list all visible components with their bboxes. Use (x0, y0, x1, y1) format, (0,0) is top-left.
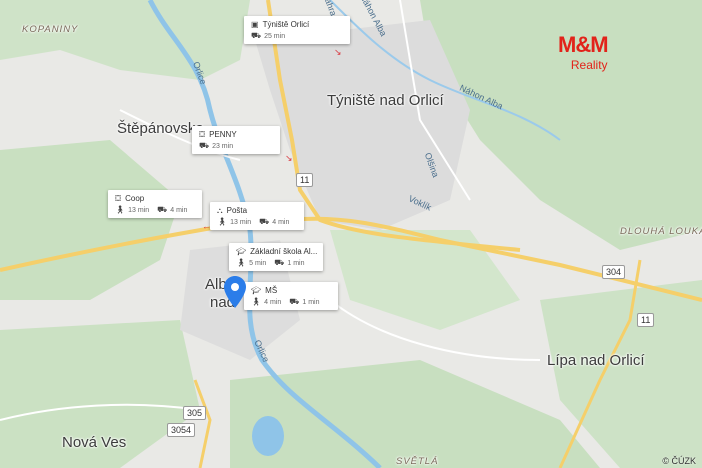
brand-logo: M&M Reality (558, 32, 609, 73)
poi-card-bus-stop[interactable]: ▣ Týniště Orlicí ⛟ 25 min (244, 16, 350, 44)
poi-walk-time: 5 min (249, 259, 267, 267)
place-dlouha-louka: DLOUHÁ LOUKA (620, 226, 702, 237)
place-kopaniny: KOPANINY (22, 24, 79, 35)
poi-card-ms[interactable]: 🎓︎ MŠ 🚶︎ 4 min ⛟ 1 min (244, 282, 338, 310)
place-nova-ves: Nová Ves (62, 434, 127, 451)
school-icon: 🎓︎ (251, 285, 262, 295)
poi-name: Týniště Orlicí (262, 20, 310, 29)
poi-drive-time: 1 min (287, 259, 305, 267)
car-icon: ⛟ (274, 258, 285, 267)
walk-icon: 🚶︎ (115, 205, 126, 214)
road-badge-3054: 3054 (167, 423, 196, 437)
poi-walk-time: 13 min (230, 218, 252, 226)
poi-card-coop[interactable]: ⛋ Coop 🚶︎ 13 min ⛟ 4 min (108, 190, 202, 218)
poi-card-zakladni-skola[interactable]: 🎓︎ Základní škola Al... 🚶︎ 5 min ⛟ 1 min (229, 243, 323, 271)
road-badge-304: 304 (602, 265, 626, 279)
road-badge-305: 305 (183, 406, 207, 420)
poi-drive-time: 25 min (264, 32, 286, 40)
cart-icon: ⛋ (199, 129, 206, 139)
poi-name: Základní škola Al... (250, 247, 318, 256)
car-icon: ⛟ (251, 31, 262, 40)
car-icon: ⛟ (289, 297, 300, 306)
brand-sub-text: Reality (570, 58, 608, 72)
map-view[interactable]: KOPANINY Týniště nad Orlicí Štěpánovsko … (0, 0, 702, 468)
poi-name: Coop (125, 194, 145, 203)
poi-name: Pošta (226, 206, 248, 215)
poi-card-penny[interactable]: ⛋ PENNY ⛟ 23 min (192, 126, 280, 154)
map-credit: © ČÚZK (662, 456, 696, 466)
walk-icon: 🚶︎ (251, 297, 262, 306)
walk-icon: 🚶︎ (217, 217, 228, 226)
poi-name: PENNY (209, 130, 237, 139)
poi-card-posta[interactable]: ⛬ Pošta 🚶︎ 13 min ⛟ 4 min (210, 202, 304, 230)
cart-icon: ⛋ (115, 193, 122, 203)
bus-icon: ▣ (251, 19, 259, 29)
place-stepanovsko: Štěpánovsko (117, 120, 204, 137)
poi-name: MŠ (265, 286, 278, 295)
car-icon: ⛟ (157, 205, 168, 214)
poi-drive-time: 4 min (170, 206, 188, 214)
place-lipa: Lípa nad Orlicí (547, 352, 645, 369)
walk-icon: 🚶︎ (236, 258, 247, 267)
road-badge-11-east: 11 (637, 313, 655, 327)
poi-walk-time: 13 min (128, 206, 150, 214)
poi-drive-time: 4 min (272, 218, 290, 226)
poi-arrow-penny: ↘ (285, 153, 293, 163)
poi-drive-time: 23 min (212, 142, 234, 150)
brand-logo-text: M&M (558, 32, 609, 57)
school-icon: 🎓︎ (236, 246, 247, 256)
poi-arrow-bus: ↘ (334, 47, 342, 57)
road-badge-11-north: 11 (296, 173, 314, 187)
car-icon: ⛟ (199, 141, 210, 150)
place-tyniste: Týniště nad Orlicí (327, 92, 444, 109)
location-pin-icon[interactable] (224, 276, 246, 308)
car-icon: ⛟ (259, 217, 270, 226)
poi-drive-time: 1 min (302, 298, 320, 306)
place-svetla: SVĚTLÁ (396, 456, 439, 467)
post-icon: ⛬ (217, 205, 223, 215)
poi-walk-time: 4 min (264, 298, 282, 306)
